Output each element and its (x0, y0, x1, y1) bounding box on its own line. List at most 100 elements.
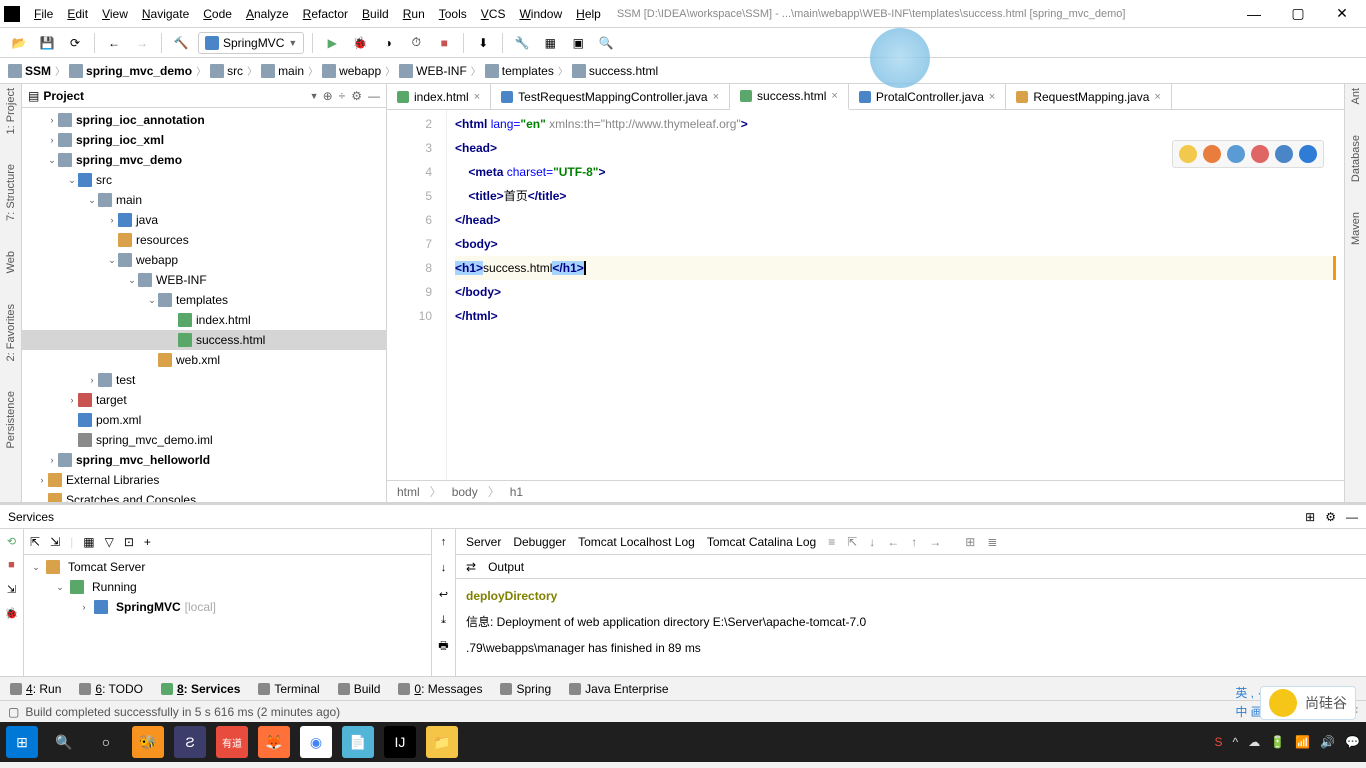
notepad-icon[interactable]: 📄 (342, 726, 374, 758)
breadcrumb-item[interactable]: spring_mvc_demo (69, 64, 192, 78)
bottom-tab[interactable]: Java Enterprise (569, 682, 668, 696)
rail-2-favorites[interactable]: 2: Favorites (5, 304, 17, 361)
code-line[interactable]: <body> (455, 232, 1336, 256)
tree-item[interactable]: ⌄spring_mvc_demo (22, 150, 386, 170)
layout-icon[interactable]: ⊞ (1305, 510, 1315, 524)
menu-help[interactable]: Help (570, 5, 607, 23)
chrome-icon[interactable] (1179, 145, 1197, 163)
console-tool-icon[interactable]: ↓ (869, 535, 875, 549)
breadcrumb-item[interactable]: SSM (8, 64, 51, 78)
menu-window[interactable]: Window (513, 5, 568, 23)
step-icon[interactable]: ⇲ (3, 580, 21, 598)
tree-item[interactable]: web.xml (22, 350, 386, 370)
tag-icon[interactable]: ⊡ (124, 535, 134, 549)
rail-web[interactable]: Web (5, 251, 17, 273)
rail-7-structure[interactable]: 7: Structure (5, 164, 17, 221)
editor-tab[interactable]: index.html× (387, 84, 491, 109)
bottom-tab[interactable]: 0: Messages (398, 682, 482, 696)
tray-icon[interactable]: S (1215, 735, 1223, 749)
filter-icon[interactable]: ▽ (105, 535, 114, 549)
scroll-icon[interactable]: ⤓ (435, 611, 453, 629)
tree-item[interactable]: ›spring_ioc_annotation (22, 110, 386, 130)
menu-navigate[interactable]: Navigate (136, 5, 195, 23)
bottom-tab[interactable]: 6: TODO (79, 682, 143, 696)
console-output[interactable]: deployDirectory 信息: Deployment of web ap… (456, 579, 1366, 676)
start-icon[interactable]: ⊞ (6, 726, 38, 758)
console-tool-icon[interactable]: ⊞ (965, 535, 975, 549)
tree-item[interactable]: success.html (22, 330, 386, 350)
up-icon[interactable]: ↑ (435, 533, 453, 551)
hide-icon[interactable]: — (1346, 510, 1358, 524)
coverage-icon[interactable]: ◑ (377, 32, 399, 54)
tree-item[interactable]: ⌄webapp (22, 250, 386, 270)
close-button[interactable]: ✕ (1322, 2, 1362, 26)
tree-item[interactable]: ›spring_ioc_xml (22, 130, 386, 150)
editor-tab[interactable]: success.html× (730, 84, 849, 110)
breadcrumb-item[interactable]: WEB-INF (399, 64, 467, 78)
breadcrumb-item[interactable]: templates (485, 64, 554, 78)
search-icon[interactable]: 🔍 (48, 726, 80, 758)
back-icon[interactable]: ← (103, 32, 125, 54)
group-icon[interactable]: ▦ (83, 535, 94, 549)
tray-icon[interactable]: 💬 (1345, 735, 1360, 749)
stop-icon[interactable]: ■ (433, 32, 455, 54)
code-line[interactable]: <title>首页</title> (455, 184, 1336, 208)
hide-icon[interactable]: — (368, 89, 380, 103)
rail-1-project[interactable]: 1: Project (5, 88, 17, 134)
console-tool-icon[interactable]: ← (887, 535, 899, 549)
app-icon[interactable]: Ƨ (174, 726, 206, 758)
vcs-icon[interactable]: ⬇ (472, 32, 494, 54)
dropdown-icon[interactable]: ▼ (310, 91, 319, 101)
services-tree-item[interactable]: ⌄Running (26, 577, 429, 597)
bottom-tab[interactable]: 4: Run (10, 682, 61, 696)
toggle-icon[interactable]: ⇄ (466, 560, 476, 574)
tree-item[interactable]: index.html (22, 310, 386, 330)
tree-item[interactable]: ⌄templates (22, 290, 386, 310)
safari-icon[interactable] (1227, 145, 1245, 163)
code-line[interactable]: <h1>success.html</h1> (455, 256, 1336, 280)
console-tab[interactable]: Server (466, 535, 501, 549)
tree-item[interactable]: resources (22, 230, 386, 250)
console-tool-icon[interactable]: ≡ (828, 535, 835, 549)
collapse-icon[interactable]: ÷ (339, 89, 346, 103)
chrome-icon[interactable]: ◉ (300, 726, 332, 758)
breadcrumb-item[interactable]: src (210, 64, 243, 78)
run-icon[interactable]: ▶ (321, 32, 343, 54)
app-icon[interactable]: 🐝 (132, 726, 164, 758)
tree-item[interactable]: ⌄src (22, 170, 386, 190)
console-tool-icon[interactable]: ⇱ (847, 535, 857, 549)
menu-view[interactable]: View (96, 5, 134, 23)
wrap-icon[interactable]: ↩ (435, 585, 453, 603)
edge-icon[interactable] (1299, 145, 1317, 163)
cortana-icon[interactable]: ○ (90, 726, 122, 758)
tree-item[interactable]: ⌄WEB-INF (22, 270, 386, 290)
code-line[interactable]: </head> (455, 208, 1336, 232)
tree-item[interactable]: spring_mvc_demo.iml (22, 430, 386, 450)
gear-icon[interactable]: ⚙ (351, 89, 362, 103)
expand-icon[interactable]: ⇱ (30, 535, 40, 549)
bottom-tab[interactable]: Build (338, 682, 381, 696)
build-icon[interactable]: 🔨 (170, 32, 192, 54)
console-tool-icon[interactable]: ↑ (911, 535, 917, 549)
editor-crumb[interactable]: h1 (510, 485, 523, 499)
tree-item[interactable]: ›External Libraries (22, 470, 386, 490)
editor-tab[interactable]: RequestMapping.java× (1006, 84, 1172, 109)
console-tab[interactable]: Tomcat Localhost Log (578, 535, 695, 549)
box-icon[interactable]: ▣ (567, 32, 589, 54)
gear-icon[interactable]: ⚙ (1325, 510, 1336, 524)
tray-icon[interactable]: 📶 (1295, 735, 1310, 749)
menu-analyze[interactable]: Analyze (240, 5, 295, 23)
tree-item[interactable]: pom.xml (22, 410, 386, 430)
collapse-icon[interactable]: ⇲ (50, 535, 60, 549)
down-icon[interactable]: ↓ (435, 559, 453, 577)
console-tool-icon[interactable]: ≣ (987, 535, 997, 549)
editor-body[interactable]: 2345678910 <html lang="en" xmlns:th="htt… (387, 110, 1344, 480)
target-icon[interactable]: ⊕ (323, 89, 333, 103)
breadcrumb-item[interactable]: webapp (322, 64, 381, 78)
tray-up-icon[interactable]: ^ (1233, 735, 1239, 749)
app-icon[interactable]: 有道 (216, 726, 248, 758)
editor-tab[interactable]: TestRequestMappingController.java× (491, 84, 730, 109)
minimize-button[interactable]: — (1234, 2, 1274, 26)
wrench-icon[interactable]: 🔧 (511, 32, 533, 54)
menu-run[interactable]: Run (397, 5, 431, 23)
